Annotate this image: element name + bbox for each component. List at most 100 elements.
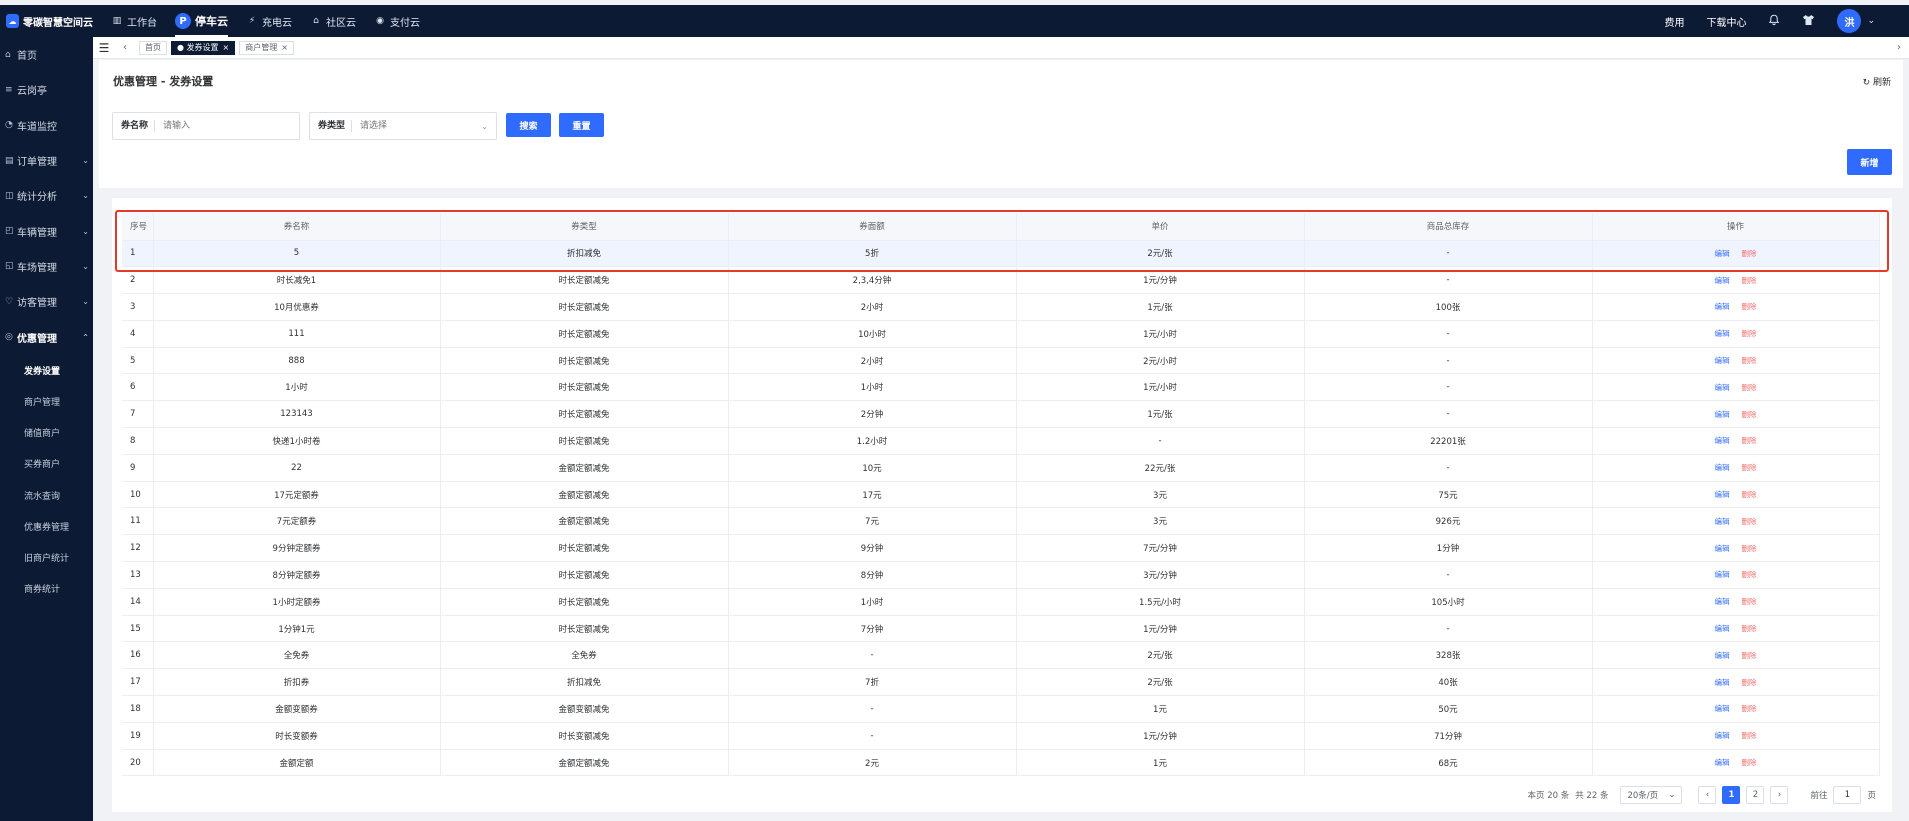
delete-link[interactable]: 删除 xyxy=(1742,249,1757,258)
sidebar-subitem-5[interactable]: 优惠券管理 xyxy=(0,511,93,542)
add-button[interactable]: 新增 xyxy=(1847,149,1892,175)
delete-link[interactable]: 删除 xyxy=(1742,436,1757,445)
sidebar-subitem-0[interactable]: 发券设置 xyxy=(0,355,93,386)
edit-link[interactable]: 编辑 xyxy=(1715,597,1730,606)
edit-link[interactable]: 编辑 xyxy=(1715,758,1730,767)
search-button[interactable]: 搜索 xyxy=(506,113,551,137)
tab-label: 商户管理 xyxy=(245,43,278,52)
delete-link[interactable]: 删除 xyxy=(1742,544,1757,553)
reset-button[interactable]: 重置 xyxy=(559,113,604,137)
delete-link[interactable]: 删除 xyxy=(1742,276,1757,285)
chevron-left-icon[interactable]: ‹ xyxy=(115,42,135,53)
bell-icon[interactable] xyxy=(1768,14,1780,29)
close-icon[interactable]: × xyxy=(281,43,288,52)
table-cell: 2元/张 xyxy=(1016,240,1305,268)
page-number-button[interactable]: 1 xyxy=(1722,786,1741,804)
delete-link[interactable]: 删除 xyxy=(1742,383,1757,392)
delete-link[interactable]: 删除 xyxy=(1742,463,1757,472)
sidebar-item-label: 优惠管理 xyxy=(17,333,57,345)
sidebar-item-1[interactable]: ≡ 云岗亭 xyxy=(0,72,93,107)
chevron-right-icon[interactable]: › xyxy=(1889,42,1909,53)
avatar[interactable]: 洪 xyxy=(1837,9,1862,33)
sidebar-item-7[interactable]: ♡ 访客管理 ⌄ xyxy=(0,284,93,319)
sidebar-subitem-6[interactable]: 旧商户统计 xyxy=(0,542,93,573)
delete-link[interactable]: 删除 xyxy=(1742,758,1757,767)
delete-link[interactable]: 删除 xyxy=(1742,329,1757,338)
edit-link[interactable]: 编辑 xyxy=(1715,678,1730,687)
edit-link[interactable]: 编辑 xyxy=(1715,356,1730,365)
sidebar-subitem-4[interactable]: 流水查询 xyxy=(0,479,93,510)
coupon-name-input[interactable] xyxy=(155,113,299,139)
delete-link[interactable]: 删除 xyxy=(1742,302,1757,311)
delete-link[interactable]: 删除 xyxy=(1742,704,1757,713)
delete-link[interactable]: 删除 xyxy=(1742,570,1757,579)
topnav-item-2[interactable]: ⚡ 充电云 xyxy=(246,5,292,37)
download-center-link[interactable]: 下载中心 xyxy=(1706,14,1746,29)
sidebar-subitem-1[interactable]: 商户管理 xyxy=(0,386,93,417)
delete-link[interactable]: 删除 xyxy=(1742,678,1757,687)
edit-link[interactable]: 编辑 xyxy=(1715,704,1730,713)
tab-2[interactable]: 商户管理 × xyxy=(239,40,294,55)
sidebar-item-5[interactable]: ◰ 车辆管理 ⌄ xyxy=(0,213,93,248)
user-menu[interactable]: 洪 ⌄ xyxy=(1837,9,1875,33)
sidebar-subitem-2[interactable]: 储值商户 xyxy=(0,417,93,448)
topnav-item-4[interactable]: ◉ 支付云 xyxy=(374,5,420,37)
edit-link[interactable]: 编辑 xyxy=(1715,651,1730,660)
sidebar-item-8[interactable]: ◎ 优惠管理 ⌃ xyxy=(0,319,93,354)
table-cell: 1分钟 xyxy=(1304,534,1593,563)
edit-link[interactable]: 编辑 xyxy=(1715,731,1730,740)
topnav-item-0[interactable]: ▥ 工作台 xyxy=(111,5,157,37)
edit-link[interactable]: 编辑 xyxy=(1715,517,1730,526)
edit-link[interactable]: 编辑 xyxy=(1715,624,1730,633)
sidebar-subitem-3[interactable]: 买券商户 xyxy=(0,448,93,479)
coupon-type-filter[interactable]: 券类型 ⌄ xyxy=(309,112,497,140)
table-cell: 7折 xyxy=(728,668,1017,697)
table-cell: - xyxy=(1304,320,1593,348)
edit-link[interactable]: 编辑 xyxy=(1715,249,1730,258)
topnav-item-1[interactable]: P 停车云 xyxy=(175,5,228,37)
sidebar-item-6[interactable]: ◱ 车场管理 ⌄ xyxy=(0,249,93,284)
shirt-icon[interactable] xyxy=(1802,14,1815,29)
delete-link[interactable]: 删除 xyxy=(1742,597,1757,606)
delete-link[interactable]: 删除 xyxy=(1742,517,1757,526)
delete-link[interactable]: 删除 xyxy=(1742,731,1757,740)
prev-page-button[interactable]: ‹ xyxy=(1698,786,1717,804)
tab-1[interactable]: ● 发券设置 × xyxy=(171,40,236,55)
edit-link[interactable]: 编辑 xyxy=(1715,410,1730,419)
refresh-button[interactable]: ↻ 刷新 xyxy=(1863,75,1891,88)
delete-link[interactable]: 删除 xyxy=(1742,651,1757,660)
edit-link[interactable]: 编辑 xyxy=(1715,329,1730,338)
brand[interactable]: ☁ 零碳智慧空间云 xyxy=(0,5,93,37)
edit-link[interactable]: 编辑 xyxy=(1715,436,1730,445)
edit-link[interactable]: 编辑 xyxy=(1715,302,1730,311)
sidebar-item-2[interactable]: ◔ 车道监控 xyxy=(0,108,93,143)
coupon-type-select[interactable] xyxy=(352,113,496,139)
menu-icon: ◫ xyxy=(5,190,14,201)
menu-toggle-icon[interactable]: ☰ xyxy=(93,41,115,55)
delete-link[interactable]: 删除 xyxy=(1742,624,1757,633)
edit-link[interactable]: 编辑 xyxy=(1715,490,1730,499)
close-icon[interactable]: × xyxy=(223,43,230,52)
sidebar-item-0[interactable]: ⌂ 首页 xyxy=(0,37,93,72)
delete-link[interactable]: 删除 xyxy=(1742,490,1757,499)
goto-page-input[interactable] xyxy=(1833,786,1862,804)
edit-link[interactable]: 编辑 xyxy=(1715,383,1730,392)
sidebar-item-3[interactable]: ▤ 订单管理 ⌄ xyxy=(0,143,93,178)
sidebar-item-4[interactable]: ◫ 统计分析 ⌄ xyxy=(0,178,93,213)
next-page-button[interactable]: › xyxy=(1770,786,1789,804)
edit-link[interactable]: 编辑 xyxy=(1715,570,1730,579)
delete-link[interactable]: 删除 xyxy=(1742,410,1757,419)
table-cell: 1元/分钟 xyxy=(1016,266,1305,295)
edit-link[interactable]: 编辑 xyxy=(1715,463,1730,472)
edit-link[interactable]: 编辑 xyxy=(1715,544,1730,553)
delete-link[interactable]: 删除 xyxy=(1742,356,1757,365)
table-cell: 折扣减免 xyxy=(440,668,729,697)
table-cell: 8 xyxy=(122,427,154,455)
sidebar-subitem-7[interactable]: 商券统计 xyxy=(0,573,93,604)
page-size-select[interactable]: 20条/页 ⌄ xyxy=(1620,786,1683,804)
edit-link[interactable]: 编辑 xyxy=(1715,276,1730,285)
fee-link[interactable]: 费用 xyxy=(1664,14,1684,29)
page-number-button[interactable]: 2 xyxy=(1746,786,1765,804)
tab-0[interactable]: 首页 xyxy=(139,40,167,55)
topnav-item-3[interactable]: ⌂ 社区云 xyxy=(310,5,356,37)
